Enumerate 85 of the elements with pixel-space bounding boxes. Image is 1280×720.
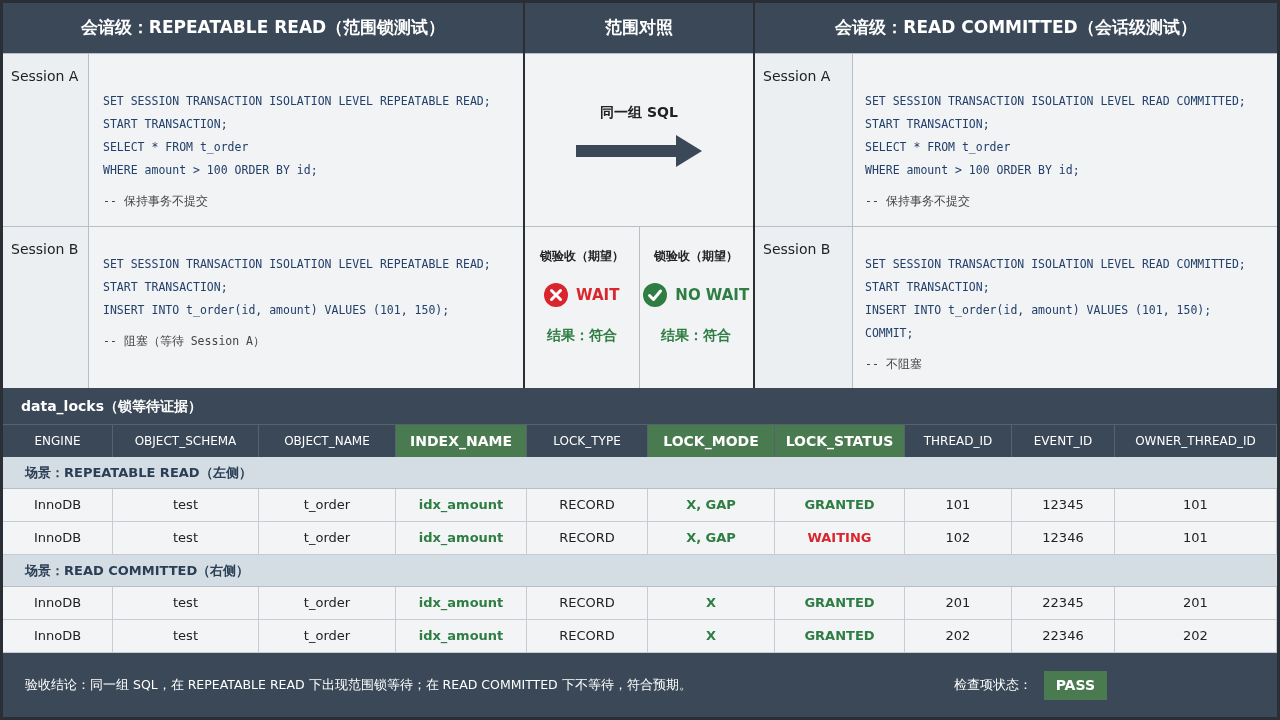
check-label: 锁验收（期望）: [654, 248, 739, 265]
table-cell: 202: [905, 620, 1012, 652]
table-cell: InnoDB: [3, 587, 113, 619]
code-comment: -- 阻塞（等待 Session A）: [103, 333, 266, 350]
check-result: 结果：符合: [546, 326, 617, 345]
table-cell: InnoDB: [3, 620, 113, 652]
table-cell: 102: [905, 522, 1012, 554]
session-label: Session A: [755, 54, 853, 226]
table-cell: t_order: [259, 620, 396, 652]
code-line: INSERT INTO t_order(id, amount) VALUES (101, 150);: [865, 302, 1213, 319]
table-cell: X: [648, 587, 775, 619]
table-cell: idx_amount: [396, 489, 527, 521]
table-cell: idx_amount: [396, 587, 527, 619]
arrow-label: 同一组 SQL: [600, 103, 678, 122]
code-comment: -- 保持事务不提交: [865, 193, 971, 210]
table-cell: 101: [1115, 489, 1277, 521]
table-cell: RECORD: [527, 522, 648, 554]
table-cell: 12345: [1012, 489, 1115, 521]
table-cell: 22346: [1012, 620, 1115, 652]
group-header: 场景：READ COMMITTED（右侧）: [3, 555, 1277, 587]
check-label: 锁验收（期望）: [539, 248, 624, 265]
session-label: Session B: [755, 227, 853, 388]
table-cell: X: [648, 620, 775, 652]
check-outcome: NO WAIT: [675, 284, 750, 306]
table-cell: RECORD: [527, 489, 648, 521]
table-cell: X, GAP: [648, 489, 775, 521]
code-line: WHERE amount > 100 ORDER BY id;: [865, 162, 1081, 179]
cross-icon: [544, 283, 569, 307]
table-cell: X, GAP: [648, 522, 775, 554]
table-cell: test: [113, 620, 259, 652]
check-outcome: WAIT: [576, 284, 620, 306]
table-cell: t_order: [259, 489, 396, 521]
code-comment: -- 不阻塞: [865, 356, 923, 373]
code-line: SET SESSION TRANSACTION ISOLATION LEVEL REPEATABLE READ;: [103, 93, 492, 110]
code-line: SET SESSION TRANSACTION ISOLATION LEVEL READ COMMITTED;: [865, 93, 1247, 110]
check-result: 结果：符合: [661, 326, 732, 345]
session-label: Session A: [3, 54, 89, 226]
table-cell: 12346: [1012, 522, 1115, 554]
table-cell: t_order: [259, 522, 396, 554]
table-cell: test: [113, 489, 259, 521]
table-cell: 101: [1115, 522, 1277, 554]
table-cell: 201: [905, 587, 1012, 619]
code-line: INSERT INTO t_order(id, amount) VALUES (101, 150);: [103, 302, 451, 319]
column-header: INDEX_NAME: [396, 425, 527, 457]
panel-header: 会谙级：READ COMMITTED（会话级测试）: [755, 3, 1277, 53]
table-cell: 22345: [1012, 587, 1115, 619]
code-line: WHERE amount > 100 ORDER BY id;: [103, 162, 319, 179]
table-cell: idx_amount: [396, 620, 527, 652]
code-line: SET SESSION TRANSACTION ISOLATION LEVEL REPEATABLE READ;: [103, 256, 492, 273]
status-badge: PASS: [1043, 670, 1107, 700]
check-icon: [643, 283, 668, 307]
code-line: START TRANSACTION;: [103, 279, 229, 296]
table-cell: RECORD: [527, 620, 648, 652]
table-cell: RECORD: [527, 587, 648, 619]
session-label: Session B: [3, 227, 89, 388]
code-comment: -- 保持事务不提交: [103, 193, 209, 210]
status-label: 检查项状态：: [953, 675, 1032, 694]
table-cell: GRANTED: [775, 587, 905, 619]
code-line: START TRANSACTION;: [103, 116, 229, 133]
table-cell: 202: [1115, 620, 1277, 652]
code-line: COMMIT;: [865, 325, 915, 342]
code-line: SELECT * FROM t_order: [103, 139, 250, 156]
table-cell: GRANTED: [775, 489, 905, 521]
table-cell: InnoDB: [3, 489, 113, 521]
table-cell: 101: [905, 489, 1012, 521]
table-cell: InnoDB: [3, 522, 113, 554]
panel-header: 范围对照: [525, 3, 753, 53]
column-header: LOCK_MODE: [648, 425, 775, 457]
code-line: SELECT * FROM t_order: [865, 139, 1012, 156]
table-cell: GRANTED: [775, 620, 905, 652]
section-header: data_locks（锁等待证据）: [3, 388, 1277, 424]
table-cell: WAITING: [775, 522, 905, 554]
code-line: SET SESSION TRANSACTION ISOLATION LEVEL READ COMMITTED;: [865, 256, 1247, 273]
table-cell: test: [113, 522, 259, 554]
arrow-icon: [576, 135, 702, 167]
table-cell: test: [113, 587, 259, 619]
conclusion-text: 验收结论：同一组 SQL，在 REPEATABLE READ 下出现范围锁等待；在 READ COMMITTED 下不等待，符合预期。: [25, 675, 692, 694]
table-cell: t_order: [259, 587, 396, 619]
table-cell: idx_amount: [396, 522, 527, 554]
code-line: START TRANSACTION;: [865, 279, 991, 296]
table-cell: 201: [1115, 587, 1277, 619]
column-header: LOCK_STATUS: [775, 425, 905, 457]
code-line: START TRANSACTION;: [865, 116, 991, 133]
group-header: 场景：REPEATABLE READ（左侧）: [3, 457, 1277, 489]
panel-header: 会谙级：REPEATABLE READ（范围锁测试）: [3, 3, 523, 53]
